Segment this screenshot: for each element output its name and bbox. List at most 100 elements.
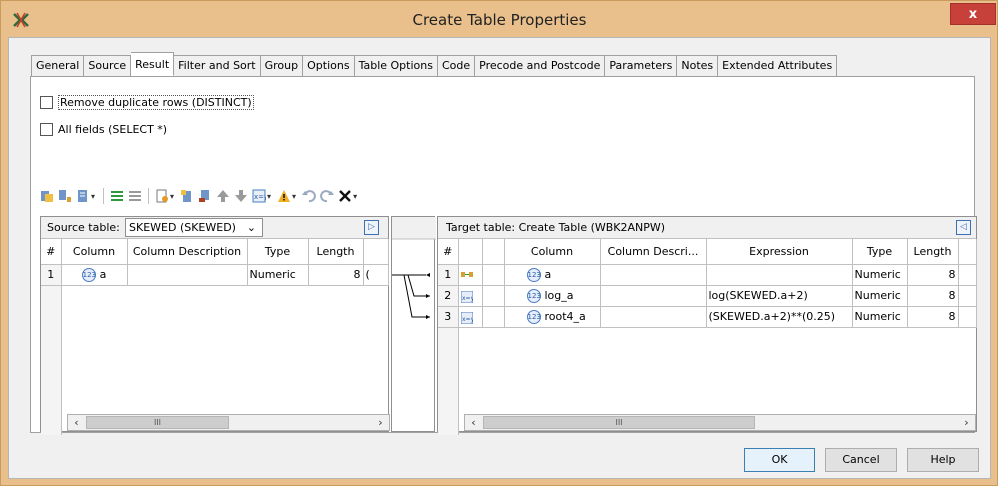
column-cell[interactable]: 123 a: [61, 264, 128, 286]
chevron-down-icon[interactable]: ▾: [91, 192, 95, 201]
mapping-pane: [391, 216, 436, 432]
col-header-column[interactable]: Column: [61, 239, 128, 265]
col-header-status[interactable]: [458, 239, 483, 265]
svg-text:x=y: x=y: [462, 316, 473, 323]
expression-cell[interactable]: log(SKEWED.a+2): [706, 285, 853, 307]
new-column-icon[interactable]: [179, 188, 195, 204]
scroll-thumb[interactable]: III: [86, 416, 229, 429]
collapse-left-button[interactable]: ◁: [956, 220, 971, 235]
chevron-down-icon[interactable]: ▾: [170, 192, 174, 201]
col-header-description[interactable]: Column Descri...: [600, 239, 707, 265]
select-all-option[interactable]: All fields (SELECT *): [40, 122, 167, 137]
align-left-icon[interactable]: [109, 188, 125, 204]
length-cell[interactable]: 8: [907, 264, 959, 286]
tab-extended-attributes[interactable]: Extended Attributes: [718, 55, 838, 77]
table-row[interactable]: 1 123 a Numeric 8: [438, 264, 977, 286]
tab-filter-and-sort[interactable]: Filter and Sort: [174, 55, 261, 77]
col-header-column[interactable]: Column: [504, 239, 601, 265]
tab-notes[interactable]: Notes: [677, 55, 719, 77]
chevron-down-icon[interactable]: ▾: [353, 192, 357, 201]
table-row[interactable]: 2 x=y 123 log_a log(SKEWED.a+2) Numeric 8: [438, 285, 977, 307]
type-cell[interactable]: Numeric: [852, 306, 908, 328]
expression-icon[interactable]: x=y: [251, 188, 267, 204]
delete-column-icon[interactable]: [197, 188, 213, 204]
tab-code[interactable]: Code: [437, 55, 476, 77]
close-button[interactable]: x: [950, 3, 996, 25]
extra-cell: (: [363, 264, 389, 286]
tab-group[interactable]: Group: [260, 55, 304, 77]
type-cell[interactable]: Numeric: [852, 264, 908, 286]
scroll-thumb[interactable]: III: [483, 416, 755, 429]
col-header-expression[interactable]: Expression: [706, 239, 853, 265]
scroll-left-icon[interactable]: ‹: [465, 415, 482, 430]
delete-icon[interactable]: [337, 188, 353, 204]
status-cell: x=y: [458, 306, 483, 328]
col-header-type[interactable]: Type: [247, 239, 309, 265]
undo-icon[interactable]: [301, 188, 317, 204]
help-button[interactable]: Help: [907, 448, 979, 472]
direct-map-icon: [460, 270, 473, 281]
row-number: 1: [41, 264, 62, 286]
source-columns-table: # Column Column Description Type Length …: [41, 239, 389, 435]
col-header-length[interactable]: Length: [907, 239, 959, 265]
move-up-icon[interactable]: [215, 188, 231, 204]
col-header-description[interactable]: Column Description: [127, 239, 248, 265]
col-header-num[interactable]: #: [438, 239, 459, 265]
expression-cell[interactable]: [706, 264, 853, 286]
align-right-icon[interactable]: [127, 188, 143, 204]
table-row[interactable]: 3 x=y 123 root4_a (SKEWED.a+2)**(0.25) Nu…: [438, 306, 977, 328]
tab-table-options[interactable]: Table Options: [354, 55, 438, 77]
expression-icon: x=y: [460, 311, 474, 324]
scroll-left-icon[interactable]: ‹: [68, 415, 85, 430]
cancel-button[interactable]: Cancel: [825, 448, 897, 472]
select-all-checkbox[interactable]: [40, 123, 53, 136]
map-columns-icon[interactable]: [57, 188, 73, 204]
col-header-num[interactable]: #: [41, 239, 62, 265]
chevron-down-icon[interactable]: ▾: [267, 192, 271, 201]
table-menu-icon[interactable]: [75, 188, 91, 204]
type-cell[interactable]: Numeric: [247, 264, 309, 286]
column-cell[interactable]: 123 a: [504, 264, 601, 286]
column-cell[interactable]: 123 log_a: [504, 285, 601, 307]
import-columns-icon[interactable]: [39, 188, 55, 204]
target-hscrollbar[interactable]: ‹ III ›: [464, 414, 976, 431]
tab-result[interactable]: Result: [131, 52, 175, 76]
properties-icon[interactable]: [154, 188, 170, 204]
description-cell[interactable]: [127, 264, 248, 286]
distinct-option[interactable]: Remove duplicate rows (DISTINCT): [40, 95, 254, 110]
mapping-toolbar: ▾ ▾ x=y ▾ ▾ ▾: [39, 186, 360, 206]
source-hscrollbar[interactable]: ‹ III ›: [67, 414, 390, 431]
length-cell[interactable]: 8: [907, 285, 959, 307]
col-header-length[interactable]: Length: [308, 239, 364, 265]
tab-parameters[interactable]: Parameters: [605, 55, 678, 77]
tab-options[interactable]: Options: [303, 55, 355, 77]
description-cell[interactable]: [600, 285, 707, 307]
distinct-checkbox[interactable]: [40, 96, 53, 109]
ok-button[interactable]: OK: [744, 448, 815, 472]
type-cell[interactable]: Numeric: [852, 285, 908, 307]
tab-precode-postcode[interactable]: Precode and Postcode: [475, 55, 606, 77]
status-cell: x=y: [458, 285, 483, 307]
scroll-right-icon[interactable]: ›: [372, 415, 389, 430]
column-cell[interactable]: 123 root4_a: [504, 306, 601, 328]
title-bar[interactable]: Create Table Properties x: [2, 2, 997, 38]
table-row[interactable]: 1 123 a Numeric 8 (: [41, 264, 389, 286]
redo-icon[interactable]: [319, 188, 335, 204]
source-header-row: # Column Column Description Type Length: [41, 239, 389, 265]
length-cell[interactable]: 8: [308, 264, 364, 286]
collapse-right-button[interactable]: ▷: [364, 220, 379, 235]
source-table-select[interactable]: SKEWED (SKEWED) ⌄: [125, 218, 263, 237]
chevron-down-icon[interactable]: ▾: [292, 192, 296, 201]
col-header-type[interactable]: Type: [852, 239, 908, 265]
warning-icon[interactable]: [276, 188, 292, 204]
move-down-icon[interactable]: [233, 188, 249, 204]
description-cell[interactable]: [600, 306, 707, 328]
tab-source[interactable]: Source: [84, 55, 132, 77]
tab-general[interactable]: General: [31, 55, 85, 77]
expression-cell[interactable]: (SKEWED.a+2)**(0.25): [706, 306, 853, 328]
col-header-blank[interactable]: [482, 239, 505, 265]
column-name: a: [99, 267, 107, 281]
length-cell[interactable]: 8: [907, 306, 959, 328]
description-cell[interactable]: [600, 264, 707, 286]
scroll-right-icon[interactable]: ›: [958, 415, 975, 430]
